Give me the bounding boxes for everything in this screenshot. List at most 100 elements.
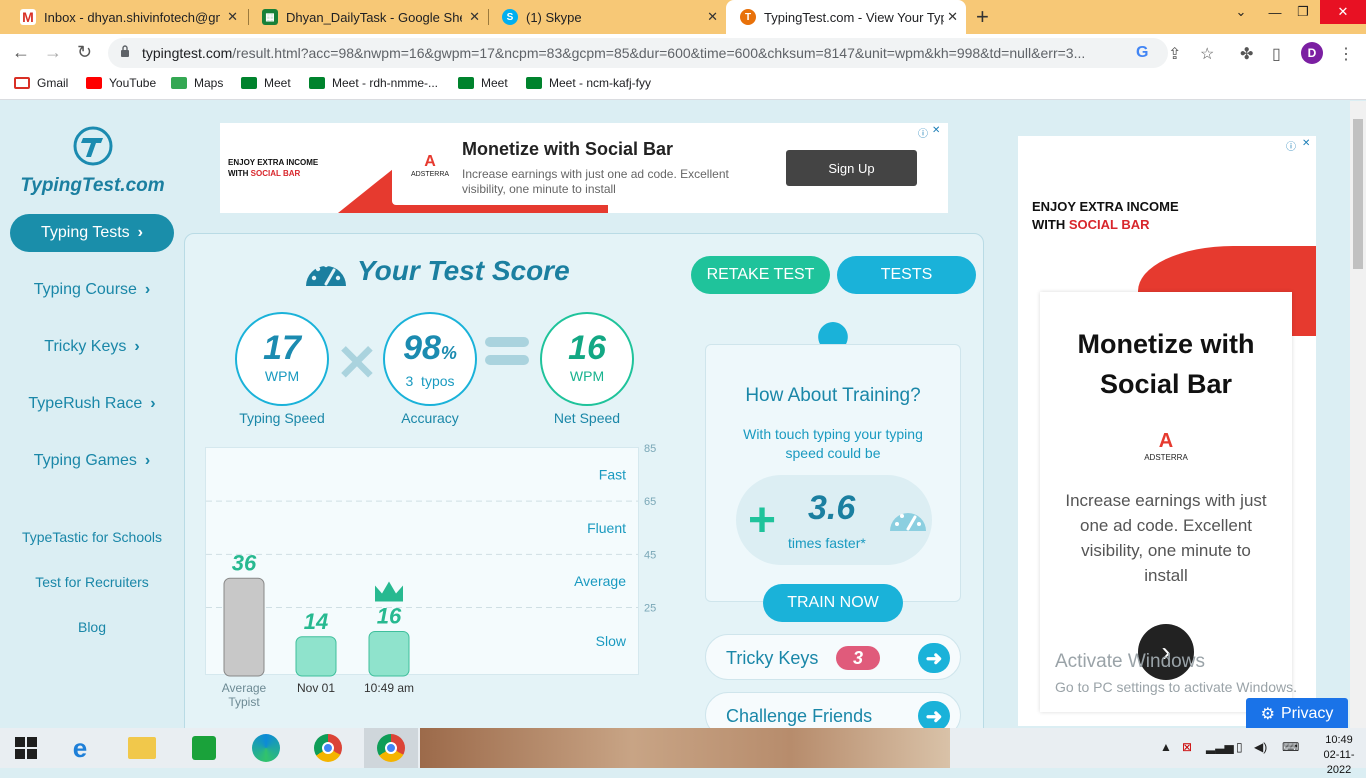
tab-skype[interactable]: S (1) Skype ✕ — [488, 0, 726, 34]
edge-icon[interactable] — [244, 732, 288, 764]
close-icon[interactable]: ✕ — [469, 9, 480, 25]
battery-icon[interactable]: ▯ — [1236, 740, 1243, 754]
link-test-recruiters[interactable]: Test for Recruiters — [10, 574, 174, 590]
bookmark-meet-ncm[interactable]: Meet - ncm-kafj-fyy — [526, 76, 651, 90]
privacy-label: Privacy — [1280, 705, 1334, 722]
train-now-button[interactable]: TRAIN NOW — [763, 584, 903, 622]
url-path: /result.html?acc=98&nwpm=16&gwpm=17&ncpm… — [232, 45, 1086, 61]
menu-icon[interactable]: ⋮ — [1338, 44, 1354, 64]
tab-typingtest[interactable]: T TypingTest.com - View Your Typin ✕ — [726, 0, 966, 34]
internet-explorer-icon[interactable]: e — [58, 732, 102, 764]
bookmark-gmail[interactable]: Gmail — [14, 76, 68, 90]
ime-icon[interactable]: ⌨ — [1282, 740, 1299, 754]
link-blog[interactable]: Blog — [10, 619, 174, 635]
close-window-button[interactable]: ✕ — [1320, 0, 1366, 24]
x-tick-label: Nov 01 — [297, 681, 335, 695]
gmail-icon — [14, 77, 30, 89]
minimize-button[interactable]: — — [1262, 0, 1288, 24]
site-logo[interactable]: TypingTest.com — [20, 126, 165, 197]
link-typetastic-schools[interactable]: TypeTastic for Schools — [10, 529, 174, 545]
browser-tab-bar: M Inbox - dhyan.shivinfotech@gma ✕ ▦ Dhy… — [0, 0, 1366, 34]
bookmark-youtube[interactable]: YouTube — [86, 76, 156, 90]
clock[interactable]: 10:49 02-11-2022 — [1312, 733, 1366, 778]
arrow-right-icon[interactable]: ➜ — [918, 643, 950, 673]
privacy-button[interactable]: ⚙ Privacy — [1246, 698, 1348, 728]
signal-icon[interactable]: ▂▃▅ — [1206, 740, 1234, 754]
side-panel-icon[interactable]: ▯ — [1272, 44, 1281, 64]
sidebar-item-tricky-keys[interactable]: Tricky Keys › — [10, 328, 174, 366]
volume-icon[interactable]: ◀) — [1254, 740, 1267, 754]
ad-headline: Monetize with Social Bar — [1077, 329, 1255, 399]
network-icon[interactable]: ⊠ — [1182, 740, 1192, 754]
forward-icon[interactable]: → — [44, 42, 62, 63]
avatar[interactable]: D — [1301, 42, 1323, 64]
bookmark-maps[interactable]: Maps — [171, 76, 223, 90]
bookmark-meet-2[interactable]: Meet — [458, 76, 508, 90]
scrollbar[interactable] — [1350, 101, 1366, 728]
close-icon[interactable]: ✕ — [947, 9, 958, 25]
tab-sheets[interactable]: ▦ Dhyan_DailyTask - Google Sheets ✕ — [248, 0, 488, 34]
new-tab-button[interactable]: + — [976, 4, 989, 30]
tricky-keys-count-badge: 3 — [836, 646, 880, 670]
meet-icon — [526, 77, 542, 89]
banner-ad[interactable]: ENJOY EXTRA INCOME WITH SOCIAL BAR A ADSTE… — [220, 123, 948, 213]
meet-icon — [241, 77, 257, 89]
tests-button[interactable]: TESTS — [837, 256, 976, 294]
training-multiplier: 3.6 — [808, 489, 856, 527]
star-icon[interactable]: ☆ — [1200, 44, 1214, 64]
ad-tagline: ENJOY EXTRA INCOME WITH SOCIAL BAR — [1032, 198, 1179, 234]
tab-gmail[interactable]: M Inbox - dhyan.shivinfotech@gma ✕ — [6, 0, 246, 34]
ad-tagline-line: ENJOY EXTRA INCOME — [228, 158, 319, 167]
file-explorer-icon[interactable] — [120, 732, 164, 764]
sidebar-item-typerush-race[interactable]: TypeRush Race › — [10, 385, 174, 423]
typing-speed-unit: WPM — [264, 368, 300, 384]
windows-logo-icon — [15, 737, 37, 759]
training-multiplier-label: times faster* — [788, 535, 866, 551]
google-lens-icon[interactable]: G — [1136, 44, 1148, 62]
tab-search-icon[interactable]: ⌄ — [1228, 0, 1254, 24]
restore-button[interactable]: ❐ — [1290, 0, 1316, 24]
tray-chevron-icon[interactable]: ▲ — [1160, 740, 1172, 754]
ad-close-icon[interactable]: ✕ — [1302, 138, 1310, 149]
scrollbar-thumb[interactable] — [1353, 119, 1363, 269]
taskbar-wallpaper — [420, 728, 950, 768]
bookmark-meet[interactable]: Meet — [241, 76, 291, 90]
close-icon[interactable]: ✕ — [227, 9, 238, 25]
arrow-right-icon[interactable]: ➜ — [918, 701, 950, 728]
windows-start-icon[interactable] — [4, 732, 48, 764]
ad-signup-button[interactable]: Sign Up — [786, 150, 917, 186]
meet-icon — [309, 77, 325, 89]
address-toolbar: ← → ↻ typingtest.com/result.html?acc=98&… — [0, 34, 1366, 72]
sidebar-item-label: Typing Tests — [41, 224, 130, 241]
sidebar-item-typing-course[interactable]: Typing Course › — [10, 271, 174, 309]
close-icon[interactable]: ✕ — [707, 9, 718, 25]
reload-icon[interactable]: ↻ — [77, 42, 92, 63]
training-question: How About Training? — [745, 385, 921, 406]
side-ad[interactable]: ENJOY EXTRA INCOME WITH SOCIAL BAR ⓘ ✕ Mo… — [1018, 136, 1316, 726]
extensions-icon[interactable]: ✤ — [1240, 44, 1253, 64]
ad-tagline-prefix: WITH — [1032, 217, 1069, 232]
share-icon[interactable]: ⇪ — [1168, 44, 1181, 64]
store-icon[interactable] — [182, 732, 226, 764]
bookmark-meet-rdh[interactable]: Meet - rdh-nmme-... — [309, 76, 438, 90]
clock-date: 02-11-2022 — [1323, 749, 1355, 776]
chrome-active-icon[interactable] — [364, 728, 418, 768]
lock-icon[interactable] — [120, 45, 130, 57]
y-tick-label: 25 — [644, 603, 656, 615]
ad-card: Monetize with Social Bar A ADSTERRA Incre… — [1040, 292, 1292, 712]
sidebar-item-typing-tests[interactable]: Typing Tests › — [10, 214, 174, 252]
ad-info-icon[interactable]: ⓘ — [1286, 138, 1296, 153]
training-text: With touch typing your typing speed coul… — [743, 426, 923, 461]
back-icon[interactable]: ← — [12, 42, 30, 63]
chrome-icon[interactable] — [306, 732, 350, 764]
ad-close-icon[interactable]: ✕ — [932, 125, 940, 136]
retake-test-button[interactable]: RETAKE TEST — [691, 256, 830, 294]
tab-title: TypingTest.com - View Your Typin — [764, 9, 944, 25]
sidebar-item-typing-games[interactable]: Typing Games › — [10, 442, 174, 480]
bookmark-label: Meet — [264, 76, 291, 90]
sidebar-item-label: Tricky Keys — [44, 338, 127, 355]
challenge-friends-card[interactable]: Challenge Friends ➜ — [705, 692, 961, 728]
tricky-keys-card[interactable]: Tricky Keys 3 ➜ — [705, 634, 961, 680]
ad-info-icon[interactable]: ⓘ — [918, 125, 928, 140]
url-bar[interactable]: typingtest.com/result.html?acc=98&nwpm=1… — [108, 38, 1168, 68]
